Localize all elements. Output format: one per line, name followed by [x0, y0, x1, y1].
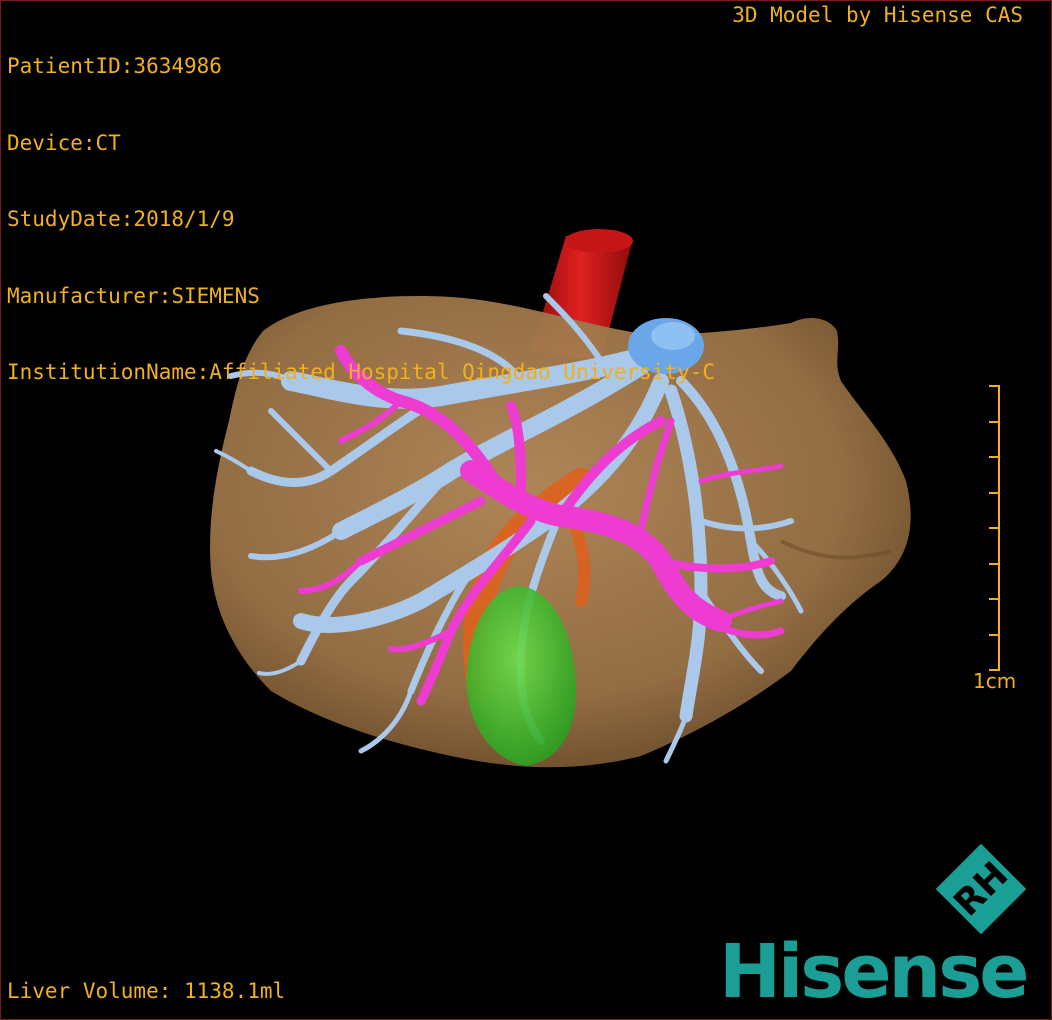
dicom-info: PatientID:3634986 Device:CT StudyDate:20… — [7, 3, 715, 437]
manufacturer: Manufacturer:SIEMENS — [7, 283, 260, 308]
liver-volume: Liver Volume: 1138.1ml — [7, 979, 286, 1003]
hisense-logo-icon: RH — [935, 843, 1027, 935]
institution-name: InstitutionName:Affiliated Hospital Qing… — [7, 360, 716, 384]
patient-id: PatientID:3634986 — [7, 54, 222, 78]
logo-mark-text: RH — [946, 854, 1016, 924]
device: Device:CT — [7, 130, 121, 155]
model-credit: 3D Model by Hisense CAS — [732, 3, 1023, 27]
study-date: StudyDate:2018/1/9 — [7, 207, 235, 231]
3d-viewport[interactable]: PatientID:3634986 Device:CT StudyDate:20… — [0, 0, 1052, 1020]
scale-bar-label: 1cm — [973, 669, 1017, 693]
scale-bar — [989, 385, 1000, 671]
hisense-wordmark: Hisense — [719, 929, 1029, 1015]
